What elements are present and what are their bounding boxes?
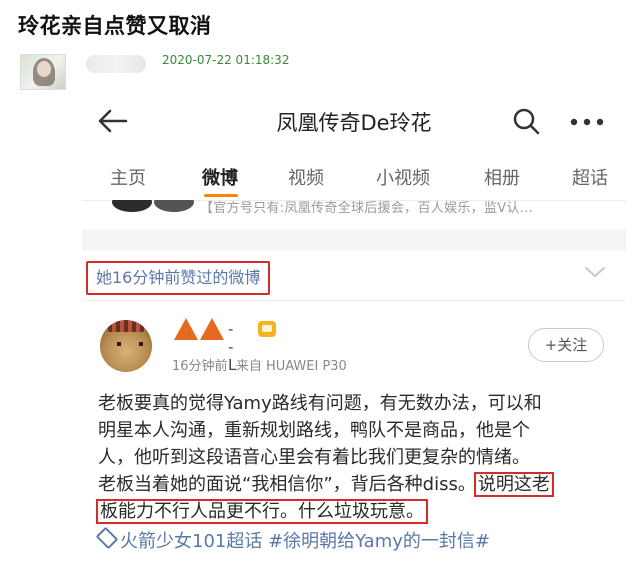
post-body: 老板要真的觉得Yamy路线有问题，有无数办法，可以和 明星本人沟通，重新规划路线…	[96, 390, 620, 525]
chevron-down-icon[interactable]	[584, 265, 606, 279]
search-icon[interactable]	[512, 107, 540, 135]
highlighted-text-part-b: 板能力不行人品更不行。什么垃圾玩意。	[96, 499, 428, 524]
bio-avatars	[98, 200, 194, 214]
follow-button[interactable]: +关注	[528, 328, 604, 362]
profile-bio: 【官方号只有:凤凰传奇全球后援会，百人娱乐，监V认...	[200, 201, 534, 216]
post-line: 板能力不行人品更不行。什么垃圾玩意。	[96, 498, 620, 525]
tab-album[interactable]: 相册	[484, 164, 520, 190]
post-hashtags[interactable]: 火箭少女101超话 #徐明朝给Yamy的一封信#	[95, 526, 490, 553]
more-icon[interactable]	[570, 118, 604, 126]
member-crown-icon	[258, 321, 276, 337]
post-line: 老板要真的觉得Yamy路线有问题，有无数办法，可以和	[98, 393, 542, 414]
tab-weibo[interactable]: 微博	[202, 164, 238, 190]
profile-name: 凤凰传奇De玲花	[276, 111, 432, 135]
tab-videos[interactable]: 视频	[288, 164, 324, 190]
poster-avatar[interactable]	[20, 54, 66, 90]
embedded-screenshot: 凤凰传奇De玲花 主页 微博 视频 小视频 相册 超话 【官方号只有:凤凰传奇全…	[82, 90, 626, 568]
profile-bio-strip: 【官方号只有:凤凰传奇全球后援会，百人娱乐，监V认...	[82, 200, 626, 228]
highlighted-text-part-a: 说明这老	[473, 472, 554, 497]
post-line: 老板当着她的面说“我相信你”，背后各种diss。 说明这老	[98, 471, 620, 498]
page-title: 玲花亲自点赞又取消	[18, 14, 212, 38]
post-meta: 16分钟前 来自 HUAWEI P30	[172, 355, 347, 374]
tab-super-topic[interactable]: 超话	[572, 164, 608, 190]
tab-short-videos[interactable]: 小视频	[376, 164, 430, 190]
hashtag-text[interactable]: 火箭少女101超话 #徐明朝给Yamy的一封信#	[120, 531, 490, 552]
profile-topbar: 凤凰传奇De玲花	[82, 90, 626, 152]
topic-diamond-icon	[95, 526, 119, 550]
post-line-text: 老板当着她的面说“我相信你”，背后各种diss。	[98, 474, 476, 495]
liked-header-label: 她16分钟前赞过的微博	[86, 261, 271, 295]
poster-name-blurred	[86, 55, 146, 73]
post-line: 明星本人沟通，重新规划路线，鸭队不是商品，他是个	[98, 420, 530, 441]
active-tab-indicator	[204, 194, 238, 197]
author-avatar[interactable]	[100, 320, 152, 372]
post-source: 来自 HUAWEI P30	[235, 359, 347, 374]
section-divider	[82, 230, 626, 250]
liked-posts-header[interactable]: 她16分钟前赞过的微博	[82, 250, 626, 301]
profile-tabs: 主页 微博 视频 小视频 相册 超话	[82, 154, 626, 201]
post-timestamp: 2020-07-22 01:18:32	[162, 53, 290, 67]
tab-home[interactable]: 主页	[110, 164, 146, 190]
post-relative-time: 16分钟前	[172, 359, 228, 374]
post-line: 人，他听到这段语音心里会有着比我们更复杂的情绪。	[98, 447, 530, 468]
